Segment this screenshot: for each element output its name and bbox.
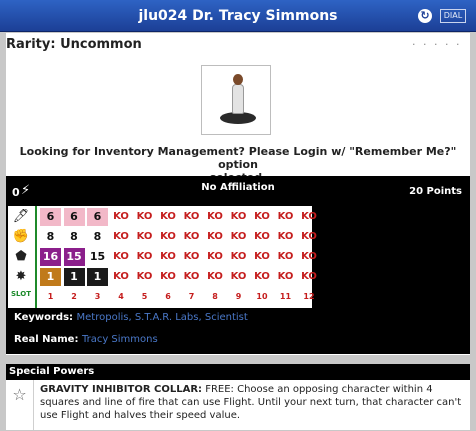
attack-cell-8: KO xyxy=(207,231,223,242)
speed-cell-4: KO xyxy=(113,211,129,222)
attack-icon: ✊ xyxy=(12,229,30,244)
attack-cell-3: 8 xyxy=(93,230,102,243)
more-dots-icon[interactable]: · · · · · xyxy=(412,38,461,51)
speed-cell-2: 6 xyxy=(63,208,85,226)
speed-cell-10: KO xyxy=(254,211,270,222)
damage-cell-8: KO xyxy=(207,271,223,282)
speed-cell-5: KO xyxy=(136,211,153,222)
speed-cell-12: KO xyxy=(301,211,317,222)
speed-cell-9: KO xyxy=(230,211,247,222)
attack-cell-2: 8 xyxy=(70,230,78,243)
speed-cell-3: 6 xyxy=(87,208,108,226)
defense-cell-11: KO xyxy=(277,251,294,262)
figure-body xyxy=(232,84,244,114)
defense-cell-9: KO xyxy=(230,251,247,262)
defense-cell-5: KO xyxy=(136,251,153,262)
figure-head xyxy=(233,74,243,85)
attack-cell-1: 8 xyxy=(46,230,55,243)
slot-number-2: 2 xyxy=(71,292,77,301)
special-powers-header: Special Powers xyxy=(6,364,470,380)
real-name-label: Real Name: xyxy=(14,334,79,345)
real-name-row: Real Name: Tracy Simmons xyxy=(14,334,158,345)
attack-cell-11: KO xyxy=(277,231,294,242)
speed-cell-11: KO xyxy=(277,211,294,222)
attack-cell-7: KO xyxy=(183,231,200,242)
damage-cell-1: 1 xyxy=(40,268,61,286)
defense-cell-6: KO xyxy=(160,251,176,262)
slot-number-4: 4 xyxy=(118,292,124,301)
rarity-label: Rarity: Uncommon xyxy=(6,37,142,52)
defense-icon: ⬟ xyxy=(15,249,27,264)
defense-cell-7: KO xyxy=(183,251,200,262)
combat-dial: 🖊 ✊ ⬟ ✸ SLOT 6 6 6 KO KO KO KO KO KO KO KO KO 8 8 8 KO K… xyxy=(8,206,317,308)
dial-panel: 0 ⚡ No Affiliation 20 Points 🖊 ✊ ⬟ ✸ SLO… xyxy=(6,176,470,354)
title-bar: jlu024 Dr. Tracy Simmons ↻ DIAL xyxy=(0,0,476,32)
damage-cell-4: KO xyxy=(113,271,129,282)
damage-cell-12: KO xyxy=(301,271,317,282)
defense-cell-2: 15 xyxy=(63,248,85,266)
damage-icon: ✸ xyxy=(15,269,27,284)
slot-number-1: 1 xyxy=(47,292,54,301)
figure-image[interactable] xyxy=(201,65,271,135)
speed-cell-6: KO xyxy=(160,211,176,222)
slot-number-6: 6 xyxy=(165,292,171,301)
attack-cell-9: KO xyxy=(230,231,247,242)
affiliation: No Affiliation xyxy=(201,182,275,193)
attack-cell-10: KO xyxy=(254,231,270,242)
defense-cell-3: 15 xyxy=(89,250,106,263)
slot-number-7: 7 xyxy=(188,292,195,301)
damage-cell-6: KO xyxy=(160,271,176,282)
defense-cell-8: KO xyxy=(207,251,223,262)
defense-cell-4: KO xyxy=(113,251,129,262)
defense-cell-12: KO xyxy=(301,251,317,262)
speed-cell-7: KO xyxy=(183,211,200,222)
page-title: jlu024 Dr. Tracy Simmons xyxy=(138,8,338,24)
stat-icons: 🖊 ✊ ⬟ ✸ SLOT xyxy=(8,206,34,308)
real-name-link[interactable]: Tracy Simmons xyxy=(82,334,158,345)
damage-cell-10: KO xyxy=(254,271,270,282)
damage-cell-7: KO xyxy=(183,271,200,282)
damage-cell-2: 1 xyxy=(63,268,85,286)
damage-cell-9: KO xyxy=(230,271,247,282)
defense-cell-10: KO xyxy=(254,251,270,262)
slot-label: SLOT xyxy=(11,290,31,298)
speed-icon: 🖊 xyxy=(12,209,30,224)
dial-header: 0 ⚡ No Affiliation 20 Points xyxy=(6,180,470,202)
attack-cell-6: KO xyxy=(160,231,176,242)
power-name: GRAVITY INHIBITOR COLLAR: xyxy=(40,384,203,395)
damage-cell-11: KO xyxy=(277,271,294,282)
slot-number-11: 11 xyxy=(279,292,292,301)
points-value: 20 Points xyxy=(409,186,462,197)
slot-number-10: 10 xyxy=(256,292,268,301)
special-power-row: ☆ GRAVITY INHIBITOR COLLAR: FREE: Choose… xyxy=(6,380,470,430)
slot-number-8: 8 xyxy=(212,292,218,301)
keywords-row: Keywords: Metropolis, S.T.A.R. Labs, Sci… xyxy=(14,312,248,323)
attack-cell-12: KO xyxy=(301,231,317,242)
star-icon: ☆ xyxy=(6,380,34,430)
slot-number-3: 3 xyxy=(94,292,101,301)
speed-cell-1: 6 xyxy=(40,208,61,226)
login-line-1: Looking for Inventory Management? Please… xyxy=(19,145,457,171)
power-description: GRAVITY INHIBITOR COLLAR: FREE: Choose a… xyxy=(40,383,464,422)
rotate-icon[interactable]: ↻ xyxy=(418,9,432,23)
dial-button[interactable]: DIAL xyxy=(440,9,466,23)
attack-cell-4: KO xyxy=(113,231,129,242)
attack-cell-5: KO xyxy=(136,231,153,242)
defense-cell-1: 16 xyxy=(40,248,61,266)
keywords-label: Keywords: xyxy=(14,312,74,323)
damage-cell-3: 1 xyxy=(87,268,108,286)
slot-number-5: 5 xyxy=(141,292,148,301)
speed-cell-8: KO xyxy=(207,211,223,222)
damage-cell-5: KO xyxy=(136,271,153,282)
slot-number-9: 9 xyxy=(235,292,242,301)
keywords-links[interactable]: Metropolis, S.T.A.R. Labs, Scientist xyxy=(77,312,248,323)
slot-number-12: 12 xyxy=(303,292,315,301)
starting-line xyxy=(35,206,37,308)
